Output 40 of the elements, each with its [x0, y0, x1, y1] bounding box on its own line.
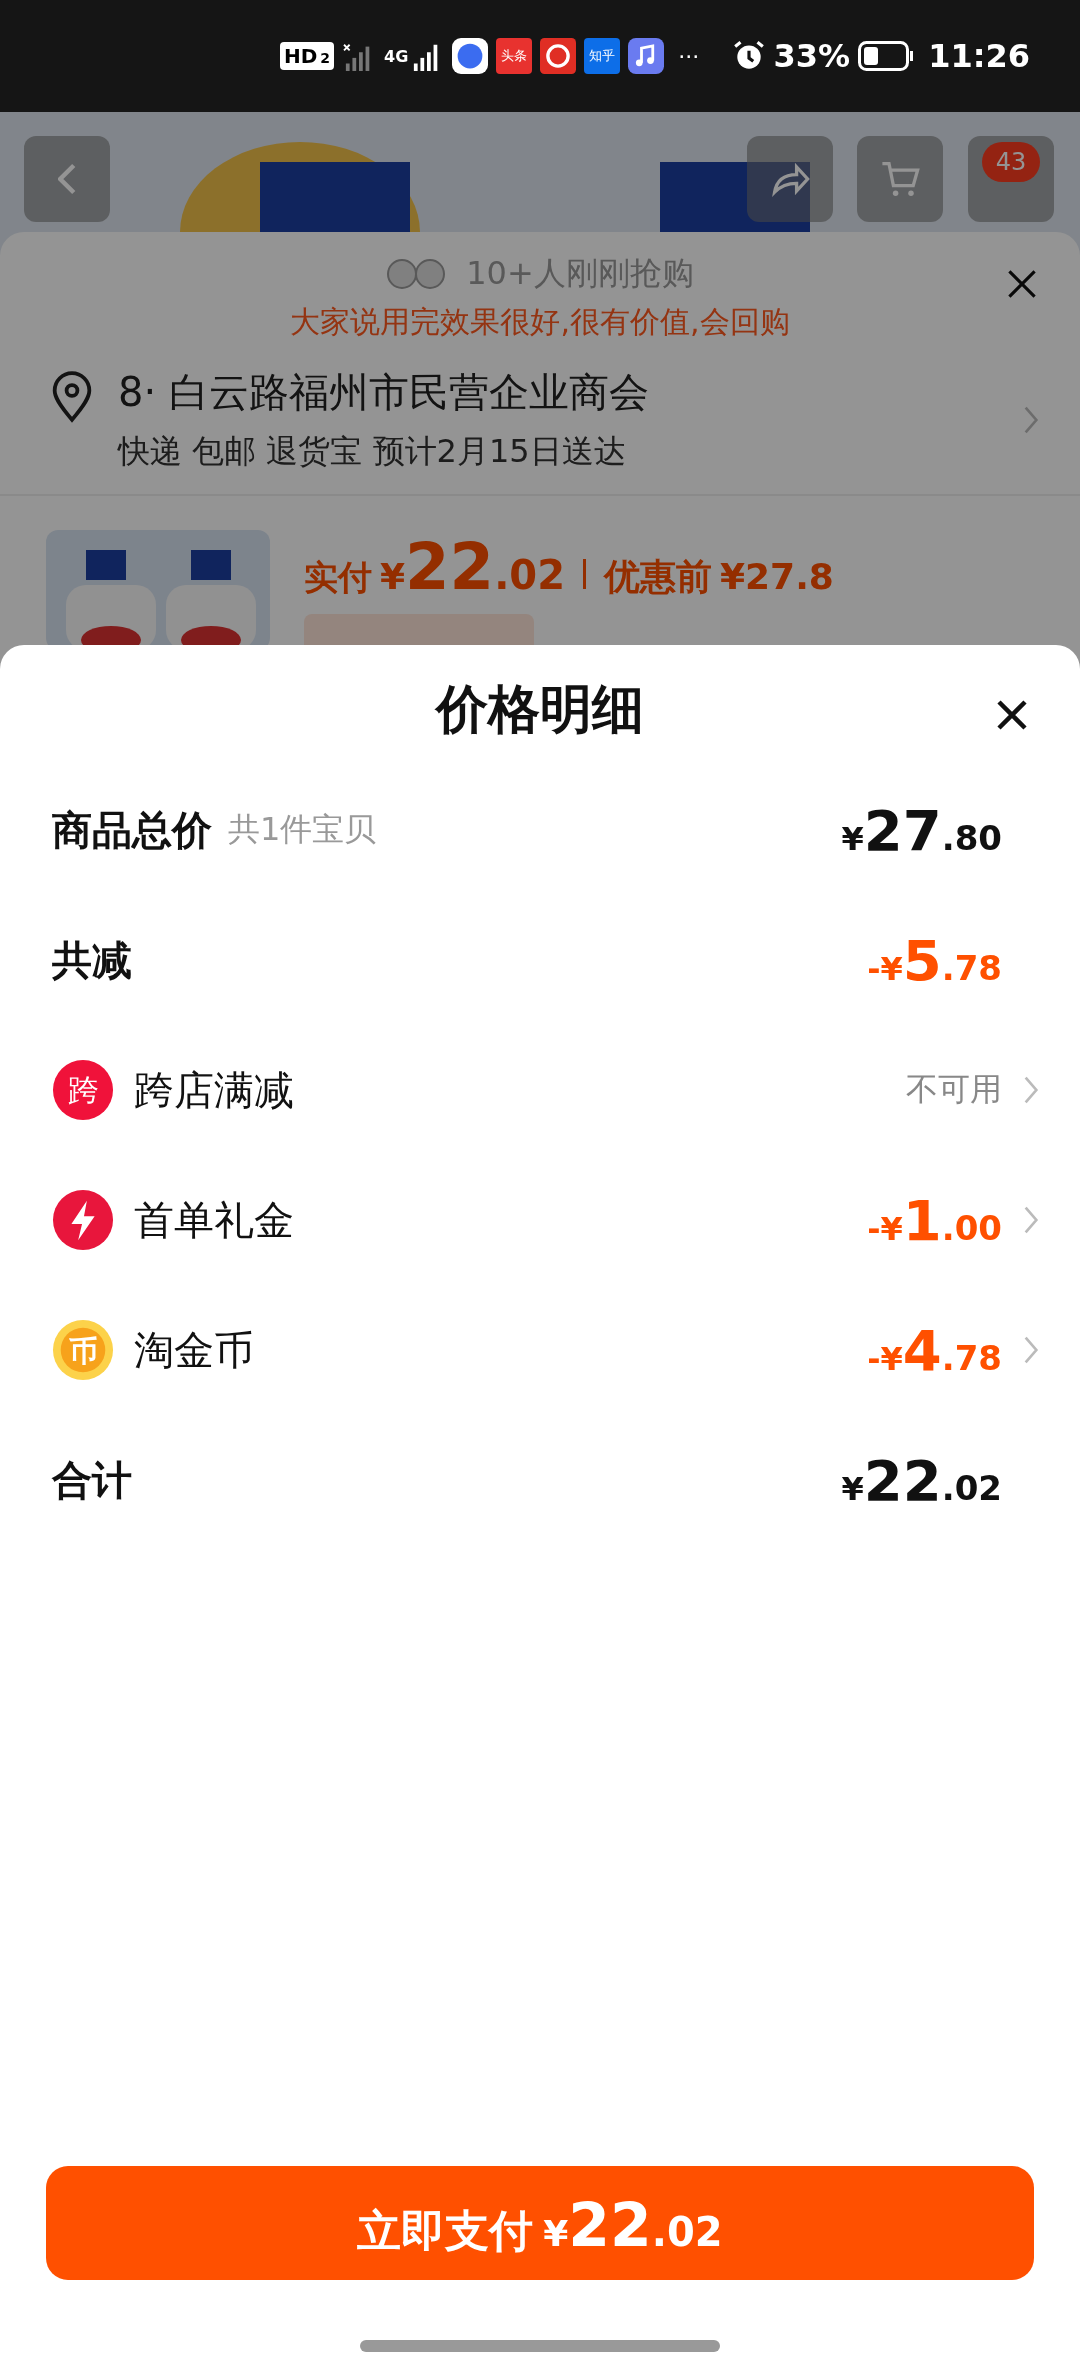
row-label: 跨店满减: [134, 1065, 294, 1115]
app-notification-icon: 知乎: [584, 38, 621, 74]
address-text: 8· 白云路福州市民营企业商会: [118, 368, 650, 417]
paid-price: ¥22.02: [380, 530, 565, 604]
price-amount: -¥1.00: [867, 1187, 1002, 1253]
home-indicator[interactable]: [360, 2340, 720, 2352]
row-label: 首单礼金: [134, 1195, 294, 1245]
original-price-label: 优惠前: [604, 555, 712, 599]
sheet-title: 价格明细: [436, 678, 644, 741]
pay-button[interactable]: 立即支付 ¥22.02: [46, 2166, 1034, 2280]
battery-percent: 33%: [773, 37, 851, 75]
review-text: 大家说用完效果很好,很有价值,会回购: [289, 303, 791, 341]
price-amount: ¥27.80: [841, 797, 1002, 863]
app-notification-icon: 头条: [496, 38, 533, 74]
row-label: 合计: [52, 1455, 132, 1505]
clock: 11:26: [928, 37, 1030, 75]
price-amount: ¥22.02: [841, 1447, 1002, 1513]
row-label: 共减: [52, 935, 132, 985]
row-label: 淘金币: [134, 1325, 254, 1375]
price-amount: -¥5.78: [867, 927, 1002, 993]
back-icon: [58, 163, 76, 195]
lightning-icon: [52, 1189, 114, 1251]
delivery-text: 快递 包邮 退货宝 预计2月15日送达: [118, 431, 627, 472]
chevron-icon[interactable]: [1022, 1074, 1040, 1106]
original-price: ¥27.8: [720, 556, 834, 597]
location-pin-icon: [50, 371, 94, 423]
buyers-text: 10+人刚刚抢购: [466, 253, 694, 294]
cross-store-icon: 跨: [52, 1059, 114, 1121]
chevron-icon[interactable]: [1022, 1204, 1040, 1236]
row-label: 商品总价: [52, 805, 212, 855]
hd-indicator: HD 2: [280, 42, 335, 70]
item-count: 共1件宝贝: [228, 809, 377, 850]
chevron-icon[interactable]: [1022, 1334, 1040, 1366]
paid-label: 实付: [304, 556, 372, 599]
battery-icon: [858, 41, 915, 71]
unavailable-text: 不可用: [906, 1069, 1002, 1110]
more-notifications: ···: [678, 43, 700, 69]
network-label: 4G: [384, 46, 409, 66]
price-amount: -¥4.78: [867, 1317, 1002, 1383]
coin-icon: 币: [52, 1319, 114, 1381]
